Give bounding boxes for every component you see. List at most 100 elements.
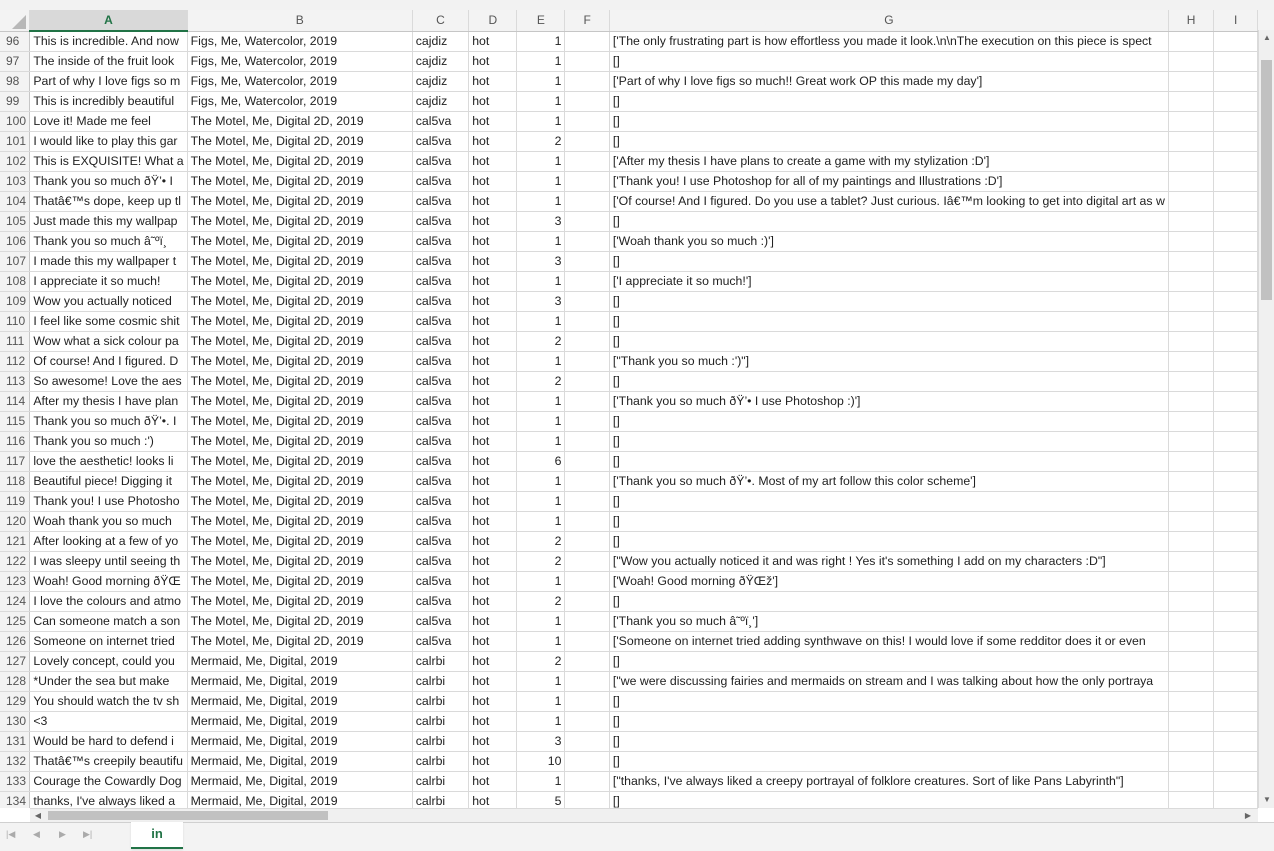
cell-h[interactable]	[1168, 111, 1215, 132]
cell-i[interactable]	[1213, 311, 1258, 332]
cell-f[interactable]	[564, 571, 610, 592]
row-header[interactable]: 111	[0, 331, 31, 352]
cell-i[interactable]	[1213, 551, 1258, 572]
cell-g[interactable]: ['Woah! Good morning ðŸŒž']	[609, 571, 1169, 592]
cell-d[interactable]: hot	[468, 751, 518, 772]
row-header[interactable]: 134	[0, 791, 31, 808]
cell-b[interactable]: Figs, Me, Watercolor, 2019	[187, 91, 413, 112]
cell-c[interactable]: cajdiz	[412, 71, 470, 92]
row-header[interactable]: 96	[0, 31, 31, 52]
cell-c[interactable]: cal5va	[412, 431, 470, 452]
cell-c[interactable]: cal5va	[412, 531, 470, 552]
cell-d[interactable]: hot	[468, 791, 518, 808]
cell-h[interactable]	[1168, 711, 1215, 732]
cell-g[interactable]: []	[609, 291, 1169, 312]
cell-e[interactable]: 1	[516, 691, 566, 712]
cell-g[interactable]: []	[609, 51, 1169, 72]
cell-i[interactable]	[1213, 711, 1258, 732]
cell-g[interactable]: ['Thank you so much ðŸ’• I use Photoshop…	[609, 391, 1169, 412]
cell-a[interactable]: Would be hard to defend i	[29, 731, 188, 752]
cell-a[interactable]: Thank you so much ðŸ’•. I	[29, 411, 188, 432]
cell-b[interactable]: Mermaid, Me, Digital, 2019	[187, 651, 413, 672]
cell-e[interactable]: 2	[516, 371, 566, 392]
scroll-down-arrow-icon[interactable]: ▼	[1261, 794, 1273, 806]
cell-a[interactable]: I made this my wallpaper t	[29, 251, 188, 272]
cell-c[interactable]: cajdiz	[412, 91, 470, 112]
cell-e[interactable]: 3	[516, 291, 566, 312]
cell-g[interactable]: []	[609, 591, 1169, 612]
row-header[interactable]: 98	[0, 71, 31, 92]
cell-d[interactable]: hot	[468, 51, 518, 72]
row-header[interactable]: 113	[0, 371, 31, 392]
cell-i[interactable]	[1213, 651, 1258, 672]
cell-e[interactable]: 1	[516, 411, 566, 432]
cell-c[interactable]: cajdiz	[412, 31, 470, 52]
cell-c[interactable]: cal5va	[412, 151, 470, 172]
scroll-right-arrow-icon[interactable]: ▶	[1242, 810, 1254, 822]
cell-b[interactable]: The Motel, Me, Digital 2D, 2019	[187, 491, 413, 512]
column-header-e[interactable]: E	[516, 10, 566, 32]
cell-c[interactable]: cal5va	[412, 331, 470, 352]
cell-h[interactable]	[1168, 591, 1215, 612]
cell-i[interactable]	[1213, 571, 1258, 592]
cell-h[interactable]	[1168, 191, 1215, 212]
scroll-up-arrow-icon[interactable]: ▲	[1261, 32, 1273, 44]
cell-h[interactable]	[1168, 351, 1215, 372]
row-header[interactable]: 122	[0, 551, 31, 572]
cell-d[interactable]: hot	[468, 331, 518, 352]
cell-c[interactable]: cal5va	[412, 131, 470, 152]
vertical-scrollbar[interactable]: ▲ ▼	[1258, 30, 1274, 808]
cell-g[interactable]: ['After my thesis I have plans to create…	[609, 151, 1169, 172]
cell-i[interactable]	[1213, 291, 1258, 312]
cell-a[interactable]: Love it! Made me feel	[29, 111, 188, 132]
cell-g[interactable]: ['Woah thank you so much :)']	[609, 231, 1169, 252]
cell-d[interactable]: hot	[468, 631, 518, 652]
cell-b[interactable]: Mermaid, Me, Digital, 2019	[187, 711, 413, 732]
cell-h[interactable]	[1168, 631, 1215, 652]
last-sheet-icon[interactable]: ▶|	[83, 829, 92, 840]
cell-i[interactable]	[1213, 451, 1258, 472]
previous-sheet-icon[interactable]: ◀	[33, 829, 40, 840]
row-header[interactable]: 102	[0, 151, 31, 172]
cell-e[interactable]: 3	[516, 251, 566, 272]
cell-g[interactable]: []	[609, 251, 1169, 272]
cell-f[interactable]	[564, 451, 610, 472]
cell-i[interactable]	[1213, 71, 1258, 92]
cell-c[interactable]: calrbi	[412, 791, 470, 808]
cell-g[interactable]: ['Thank you so much ðŸ’•. Most of my art…	[609, 471, 1169, 492]
row-header[interactable]: 119	[0, 491, 31, 512]
cell-i[interactable]	[1213, 191, 1258, 212]
cell-g[interactable]: ['The only frustrating part is how effor…	[609, 31, 1169, 52]
cell-f[interactable]	[564, 471, 610, 492]
cell-h[interactable]	[1168, 451, 1215, 472]
cell-b[interactable]: Figs, Me, Watercolor, 2019	[187, 31, 413, 52]
cell-i[interactable]	[1213, 111, 1258, 132]
select-all-corner[interactable]	[0, 10, 31, 32]
cell-i[interactable]	[1213, 691, 1258, 712]
row-header[interactable]: 114	[0, 391, 31, 412]
cell-c[interactable]: cal5va	[412, 591, 470, 612]
cell-h[interactable]	[1168, 31, 1215, 52]
cell-c[interactable]: cal5va	[412, 111, 470, 132]
cell-b[interactable]: The Motel, Me, Digital 2D, 2019	[187, 171, 413, 192]
row-header[interactable]: 132	[0, 751, 31, 772]
cell-b[interactable]: Mermaid, Me, Digital, 2019	[187, 791, 413, 808]
cell-d[interactable]: hot	[468, 91, 518, 112]
cell-f[interactable]	[564, 311, 610, 332]
cell-e[interactable]: 1	[516, 51, 566, 72]
cell-d[interactable]: hot	[468, 371, 518, 392]
cell-a[interactable]: Thatâ€™s dope, keep up tl	[29, 191, 188, 212]
cell-i[interactable]	[1213, 31, 1258, 52]
cell-i[interactable]	[1213, 431, 1258, 452]
cell-e[interactable]: 3	[516, 731, 566, 752]
cell-g[interactable]: []	[609, 371, 1169, 392]
row-header[interactable]: 123	[0, 571, 31, 592]
cell-i[interactable]	[1213, 791, 1258, 808]
cell-e[interactable]: 1	[516, 191, 566, 212]
cell-c[interactable]: cal5va	[412, 471, 470, 492]
cell-c[interactable]: cal5va	[412, 351, 470, 372]
cell-c[interactable]: cal5va	[412, 511, 470, 532]
cell-f[interactable]	[564, 771, 610, 792]
row-header[interactable]: 126	[0, 631, 31, 652]
cell-b[interactable]: The Motel, Me, Digital 2D, 2019	[187, 511, 413, 532]
